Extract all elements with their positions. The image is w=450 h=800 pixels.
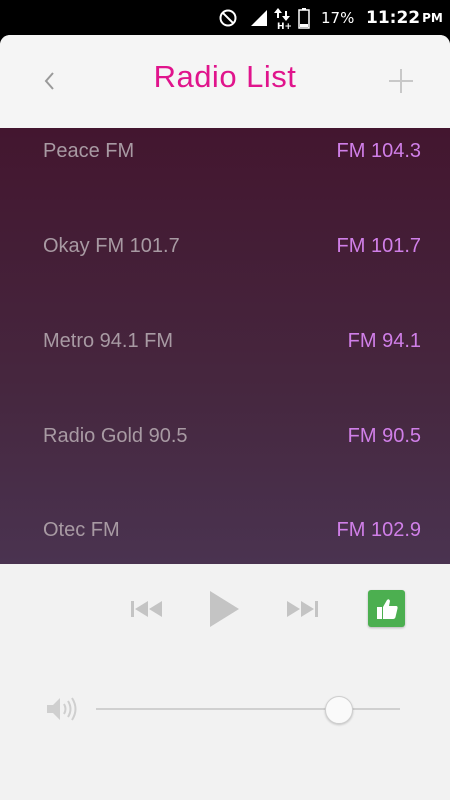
battery-percent: 17% xyxy=(321,8,355,27)
player-panel xyxy=(0,564,450,800)
station-frequency: FM 101.7 xyxy=(336,235,421,257)
plus-icon xyxy=(389,69,413,93)
volume-slider[interactable] xyxy=(96,694,400,724)
do-not-disturb-icon xyxy=(218,0,238,35)
station-name: Okay FM 101.7 xyxy=(43,235,180,257)
app-window: Radio List Peace FM FM 104.3 Okay FM 101… xyxy=(0,35,450,800)
like-button[interactable] xyxy=(368,590,405,627)
station-row[interactable]: Metro 94.1 FM FM 94.1 xyxy=(0,320,450,380)
station-frequency: FM 102.9 xyxy=(336,519,421,541)
volume-track xyxy=(96,708,400,710)
previous-icon xyxy=(131,601,162,617)
clock-time: 11:22 xyxy=(366,7,421,28)
add-station-button[interactable] xyxy=(381,61,421,101)
station-frequency: FM 90.5 xyxy=(347,425,421,447)
volume-thumb[interactable] xyxy=(325,696,354,724)
svg-text:H+: H+ xyxy=(277,22,291,30)
station-frequency: FM 94.1 xyxy=(347,330,421,352)
previous-button[interactable] xyxy=(128,592,166,626)
status-bar: H+ 17% 11:22 PM xyxy=(0,0,450,35)
thumbs-up-icon xyxy=(376,598,398,619)
next-icon xyxy=(287,601,318,617)
station-name: Metro 94.1 FM xyxy=(43,330,174,352)
station-list[interactable]: Peace FM FM 104.3 Okay FM 101.7 FM 101.7… xyxy=(0,128,450,564)
station-name: Peace FM xyxy=(43,140,135,162)
play-icon xyxy=(210,591,239,627)
header: Radio List xyxy=(0,35,450,128)
data-arrows-icon: H+ xyxy=(273,0,291,35)
station-name: Otec FM xyxy=(43,519,120,541)
signal-icon xyxy=(249,0,269,35)
play-button[interactable] xyxy=(203,586,245,632)
station-row[interactable]: Okay FM 101.7 FM 101.7 xyxy=(0,225,450,285)
station-row[interactable]: Radio Gold 90.5 FM 90.5 xyxy=(0,415,450,475)
station-row[interactable]: Peace FM FM 104.3 xyxy=(0,130,450,190)
station-row[interactable]: Otec FM FM 102.9 xyxy=(0,509,450,564)
battery-icon xyxy=(298,0,310,35)
volume-icon[interactable] xyxy=(44,694,78,724)
next-button[interactable] xyxy=(283,592,321,626)
station-name: Radio Gold 90.5 xyxy=(43,425,188,447)
station-frequency: FM 104.3 xyxy=(336,140,421,162)
clock-ampm: PM xyxy=(422,10,443,25)
clock: 11:22 PM xyxy=(366,0,443,35)
